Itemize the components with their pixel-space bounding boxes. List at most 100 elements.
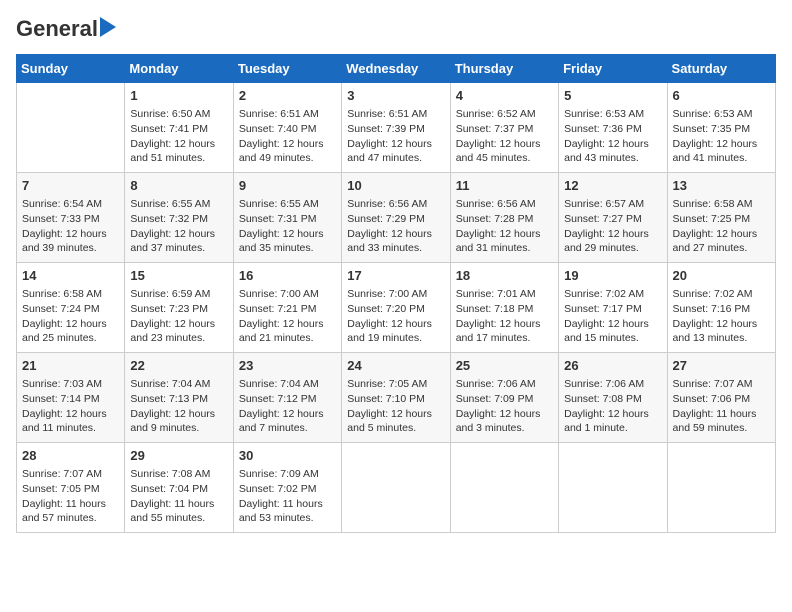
calendar-cell: 19 Sunrise: 7:02 AM Sunset: 7:17 PM Dayli… [559, 263, 667, 353]
calendar-cell [450, 443, 558, 533]
calendar-cell: 23Sunrise: 7:04 AM Sunset: 7:12 PM Dayli… [233, 353, 341, 443]
calendar-cell: 17 Sunrise: 7:00 AM Sunset: 7:20 PM Dayli… [342, 263, 450, 353]
day-number: 30 [239, 447, 336, 465]
calendar-cell: 26Sunrise: 7:06 AM Sunset: 7:08 PM Dayli… [559, 353, 667, 443]
day-number: 29 [130, 447, 227, 465]
calendar-cell: 15 Sunrise: 6:59 AM Sunset: 7:23 PM Dayli… [125, 263, 233, 353]
day-header-sunday: Sunday [17, 55, 125, 83]
calendar-cell: 8 Sunrise: 6:55 AM Sunset: 7:32 PM Daylig… [125, 173, 233, 263]
calendar-cell: 21 Sunrise: 7:03 AM Sunset: 7:14 PM Dayli… [17, 353, 125, 443]
calendar-cell: 14 Sunrise: 6:58 AM Sunset: 7:24 PM Dayli… [17, 263, 125, 353]
cell-info: Sunrise: 6:51 AM Sunset: 7:39 PM Dayligh… [347, 107, 444, 166]
calendar-cell [342, 443, 450, 533]
day-number: 14 [22, 267, 119, 285]
calendar-cell: 5 Sunrise: 6:53 AM Sunset: 7:36 PM Daylig… [559, 83, 667, 173]
day-number: 25 [456, 357, 553, 375]
calendar-cell [17, 83, 125, 173]
cell-info: Sunrise: 6:58 AM Sunset: 7:24 PM Dayligh… [22, 287, 119, 346]
day-number: 1 [130, 87, 227, 105]
calendar-cell: 30 Sunrise: 7:09 AM Sunset: 7:02 PM Dayli… [233, 443, 341, 533]
day-number: 15 [130, 267, 227, 285]
day-header-monday: Monday [125, 55, 233, 83]
day-number: 8 [130, 177, 227, 195]
day-number: 2 [239, 87, 336, 105]
calendar-cell: 7Sunrise: 6:54 AM Sunset: 7:33 PM Daylig… [17, 173, 125, 263]
calendar-cell: 1 Sunrise: 6:50 AM Sunset: 7:41 PM Daylig… [125, 83, 233, 173]
calendar-cell: 24 Sunrise: 7:05 AM Sunset: 7:10 PM Dayli… [342, 353, 450, 443]
cell-info: Sunrise: 7:03 AM Sunset: 7:14 PM Dayligh… [22, 377, 119, 436]
day-number: 23 [239, 357, 336, 375]
cell-info: Sunrise: 7:02 AM Sunset: 7:17 PM Dayligh… [564, 287, 661, 346]
day-header-thursday: Thursday [450, 55, 558, 83]
day-header-tuesday: Tuesday [233, 55, 341, 83]
day-number: 18 [456, 267, 553, 285]
cell-info: Sunrise: 7:09 AM Sunset: 7:02 PM Dayligh… [239, 467, 336, 526]
cell-info: Sunrise: 7:00 AM Sunset: 7:21 PM Dayligh… [239, 287, 336, 346]
day-number: 21 [22, 357, 119, 375]
day-number: 17 [347, 267, 444, 285]
logo: General [16, 16, 116, 42]
calendar-cell: 22 Sunrise: 7:04 AM Sunset: 7:13 PM Dayli… [125, 353, 233, 443]
day-number: 26 [564, 357, 661, 375]
cell-info: Sunrise: 6:53 AM Sunset: 7:35 PM Dayligh… [673, 107, 770, 166]
cell-info: Sunrise: 7:00 AM Sunset: 7:20 PM Dayligh… [347, 287, 444, 346]
calendar-week-1: 1 Sunrise: 6:50 AM Sunset: 7:41 PM Daylig… [17, 83, 776, 173]
cell-info: Sunrise: 6:57 AM Sunset: 7:27 PM Dayligh… [564, 197, 661, 256]
logo-general: General [16, 16, 98, 42]
day-header-friday: Friday [559, 55, 667, 83]
calendar-cell: 2Sunrise: 6:51 AM Sunset: 7:40 PM Daylig… [233, 83, 341, 173]
calendar-cell: 27 Sunrise: 7:07 AM Sunset: 7:06 PM Dayli… [667, 353, 775, 443]
calendar-cell: 11 Sunrise: 6:56 AM Sunset: 7:28 PM Dayli… [450, 173, 558, 263]
day-header-saturday: Saturday [667, 55, 775, 83]
cell-info: Sunrise: 6:55 AM Sunset: 7:32 PM Dayligh… [130, 197, 227, 256]
day-number: 19 [564, 267, 661, 285]
cell-info: Sunrise: 6:53 AM Sunset: 7:36 PM Dayligh… [564, 107, 661, 166]
cell-info: Sunrise: 7:06 AM Sunset: 7:09 PM Dayligh… [456, 377, 553, 436]
day-number: 4 [456, 87, 553, 105]
calendar-cell: 10 Sunrise: 6:56 AM Sunset: 7:29 PM Dayli… [342, 173, 450, 263]
cell-info: Sunrise: 7:02 AM Sunset: 7:16 PM Dayligh… [673, 287, 770, 346]
day-number: 3 [347, 87, 444, 105]
page-header: General [16, 16, 776, 42]
calendar-table: SundayMondayTuesdayWednesdayThursdayFrid… [16, 54, 776, 533]
day-number: 9 [239, 177, 336, 195]
cell-info: Sunrise: 6:56 AM Sunset: 7:29 PM Dayligh… [347, 197, 444, 256]
cell-info: Sunrise: 7:05 AM Sunset: 7:10 PM Dayligh… [347, 377, 444, 436]
cell-info: Sunrise: 7:01 AM Sunset: 7:18 PM Dayligh… [456, 287, 553, 346]
cell-info: Sunrise: 7:07 AM Sunset: 7:06 PM Dayligh… [673, 377, 770, 436]
calendar-cell: 28Sunrise: 7:07 AM Sunset: 7:05 PM Dayli… [17, 443, 125, 533]
logo-arrow-icon [100, 17, 116, 42]
day-number: 6 [673, 87, 770, 105]
day-number: 5 [564, 87, 661, 105]
calendar-cell: 12 Sunrise: 6:57 AM Sunset: 7:27 PM Dayli… [559, 173, 667, 263]
day-number: 13 [673, 177, 770, 195]
day-number: 10 [347, 177, 444, 195]
cell-info: Sunrise: 6:50 AM Sunset: 7:41 PM Dayligh… [130, 107, 227, 166]
calendar-cell: 4Sunrise: 6:52 AM Sunset: 7:37 PM Daylig… [450, 83, 558, 173]
calendar-cell: 25 Sunrise: 7:06 AM Sunset: 7:09 PM Dayli… [450, 353, 558, 443]
cell-info: Sunrise: 6:54 AM Sunset: 7:33 PM Dayligh… [22, 197, 119, 256]
cell-info: Sunrise: 6:55 AM Sunset: 7:31 PM Dayligh… [239, 197, 336, 256]
header-row: SundayMondayTuesdayWednesdayThursdayFrid… [17, 55, 776, 83]
calendar-cell: 9 Sunrise: 6:55 AM Sunset: 7:31 PM Daylig… [233, 173, 341, 263]
cell-info: Sunrise: 6:58 AM Sunset: 7:25 PM Dayligh… [673, 197, 770, 256]
day-number: 12 [564, 177, 661, 195]
day-number: 11 [456, 177, 553, 195]
calendar-week-2: 7Sunrise: 6:54 AM Sunset: 7:33 PM Daylig… [17, 173, 776, 263]
day-number: 16 [239, 267, 336, 285]
cell-info: Sunrise: 6:59 AM Sunset: 7:23 PM Dayligh… [130, 287, 227, 346]
calendar-week-4: 21 Sunrise: 7:03 AM Sunset: 7:14 PM Dayli… [17, 353, 776, 443]
calendar-cell: 6 Sunrise: 6:53 AM Sunset: 7:35 PM Daylig… [667, 83, 775, 173]
calendar-cell [559, 443, 667, 533]
calendar-cell [667, 443, 775, 533]
day-number: 27 [673, 357, 770, 375]
day-header-wednesday: Wednesday [342, 55, 450, 83]
calendar-cell: 29 Sunrise: 7:08 AM Sunset: 7:04 PM Dayli… [125, 443, 233, 533]
cell-info: Sunrise: 7:08 AM Sunset: 7:04 PM Dayligh… [130, 467, 227, 526]
cell-info: Sunrise: 6:56 AM Sunset: 7:28 PM Dayligh… [456, 197, 553, 256]
day-number: 24 [347, 357, 444, 375]
cell-info: Sunrise: 7:04 AM Sunset: 7:13 PM Dayligh… [130, 377, 227, 436]
day-number: 20 [673, 267, 770, 285]
day-number: 22 [130, 357, 227, 375]
calendar-cell: 3 Sunrise: 6:51 AM Sunset: 7:39 PM Daylig… [342, 83, 450, 173]
